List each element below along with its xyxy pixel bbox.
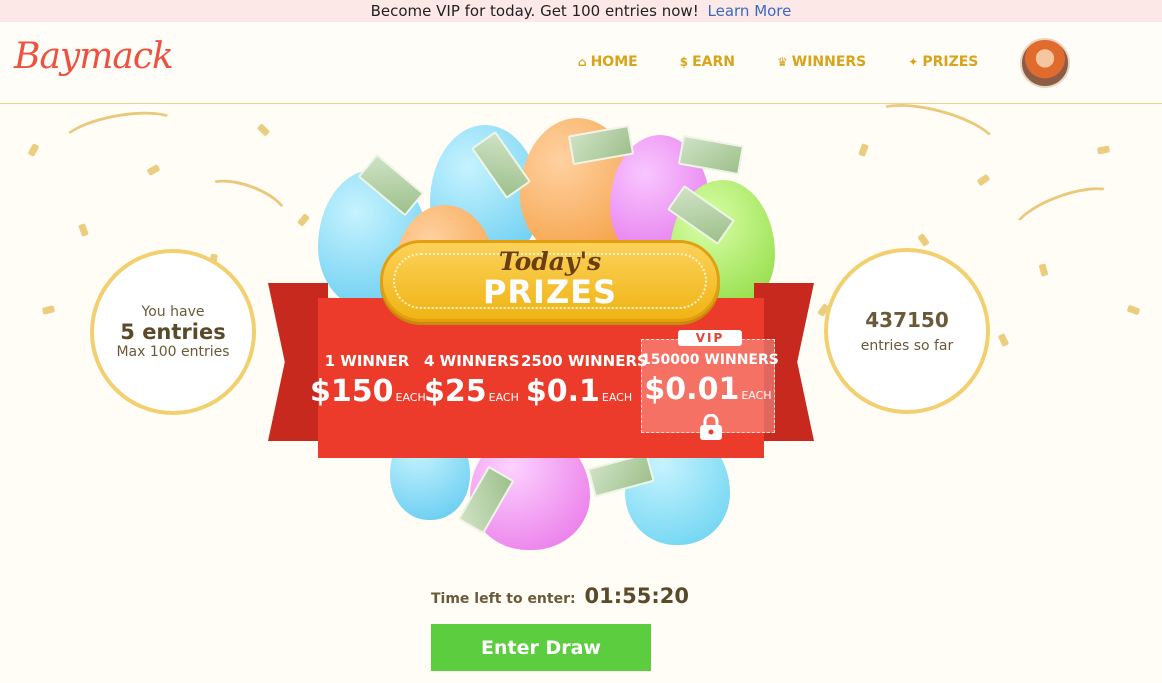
tier-winners: 2500 WINNERS: [521, 352, 648, 370]
banner-title: PRIZES: [482, 273, 618, 311]
lock-icon: [700, 414, 722, 440]
tier-amount: $0.1: [525, 374, 600, 409]
tier-winners: 1 WINNER: [324, 352, 410, 370]
vip-promo-bar: Become VIP for today. Get 100 entries no…: [0, 0, 1162, 22]
tier-each: EACH: [395, 391, 426, 404]
enter-draw-button[interactable]: Enter Draw: [431, 624, 651, 671]
tier-each: EACH: [488, 391, 519, 404]
nav-winners[interactable]: ♛ WINNERS: [777, 54, 866, 70]
nav-prizes-label: PRIZES: [922, 54, 979, 70]
vip-badge: VIP: [678, 330, 742, 346]
todays-prizes-banner: Today's PRIZES: [380, 240, 720, 322]
user-entries-card: You have 5 entries Max 100 entries: [90, 249, 256, 415]
gift-icon: ✦: [908, 55, 919, 69]
tier-each: EACH: [601, 391, 633, 404]
prize-tier: 2500 WINNERS $0.1 EACH: [521, 352, 648, 409]
tier-each: EACH: [741, 389, 772, 402]
dollar-icon: $: [679, 55, 689, 69]
total-entries-count: 437150: [865, 308, 949, 332]
nav-earn[interactable]: $ EARN: [680, 54, 735, 70]
tier-amount: $0.01: [644, 372, 740, 407]
entries-max: Max 100 entries: [116, 344, 230, 360]
entries-label: You have: [141, 304, 205, 320]
tier-winners: 150000 WINNERS: [641, 352, 779, 368]
vip-promo-text: Become VIP for today. Get 100 entries no…: [370, 2, 699, 20]
main-nav: ⌂ HOME $ EARN ♛ WINNERS ✦ PRIZES: [578, 54, 1020, 70]
trophy-icon: ♛: [776, 55, 788, 69]
timer-label: Time left to enter:: [431, 591, 576, 607]
nav-prizes[interactable]: ✦ PRIZES: [908, 54, 978, 70]
nav-home-label: HOME: [590, 54, 638, 70]
nav-home[interactable]: ⌂ HOME: [578, 54, 638, 70]
user-avatar[interactable]: [1020, 38, 1070, 88]
countdown-timer: Time left to enter: 01:55:20: [431, 584, 689, 608]
timer-value: 01:55:20: [584, 584, 689, 608]
prize-tier-vip: 150000 WINNERS $0.01 EACH: [641, 352, 779, 407]
prize-tier: 4 WINNERS $25 EACH: [424, 352, 520, 409]
tier-amount: $150: [310, 374, 394, 409]
banner-subtitle: Today's: [498, 247, 602, 276]
home-icon: ⌂: [578, 55, 587, 69]
total-entries-label: entries so far: [860, 338, 954, 354]
entries-count: 5 entries: [120, 320, 226, 344]
site-header: Baymack ⌂ HOME $ EARN ♛ WINNERS ✦ PRIZES: [0, 22, 1162, 104]
nav-earn-label: EARN: [692, 54, 735, 70]
nav-winners-label: WINNERS: [791, 54, 867, 70]
tier-winners: 4 WINNERS: [424, 352, 520, 370]
learn-more-link[interactable]: Learn More: [708, 2, 792, 20]
site-logo[interactable]: Baymack: [14, 36, 174, 77]
prize-tier: 1 WINNER $150 EACH: [310, 352, 426, 409]
tier-amount: $25: [424, 374, 487, 409]
total-entries-card: 437150 entries so far: [824, 248, 990, 414]
